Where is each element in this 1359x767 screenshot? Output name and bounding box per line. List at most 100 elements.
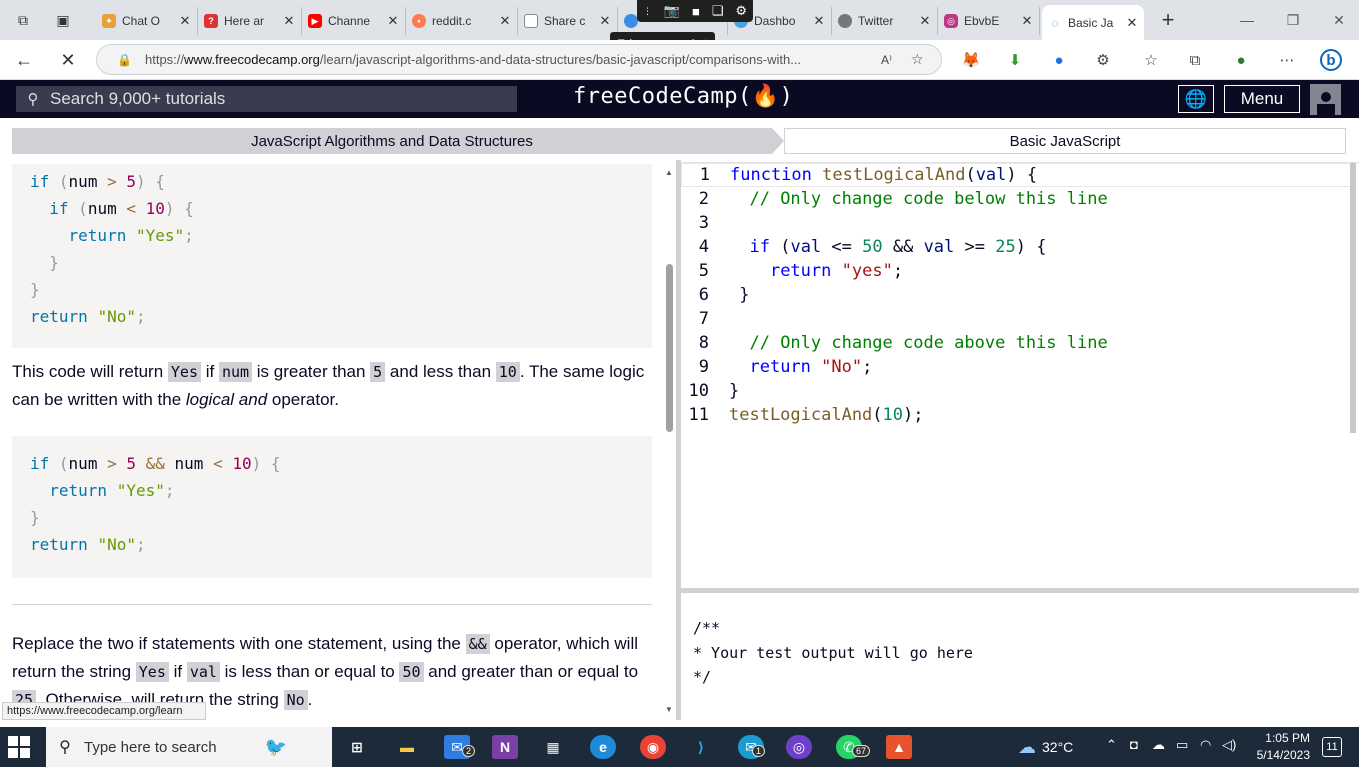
file-explorer-icon[interactable]: ▬ (394, 735, 420, 759)
weather-widget[interactable]: ☁ 32°C (1018, 735, 1090, 759)
address-bar-row: ← ✕ 🔒 https://www.freecodecamp.org/learn… (0, 40, 1359, 80)
extensions-icon[interactable]: ⚙ (1092, 49, 1114, 71)
output-line: * Your test output will go here (693, 644, 973, 662)
search-input[interactable]: ⚲ Search 9,000+ tutorials (16, 86, 517, 112)
show-hidden-icons-icon[interactable]: ⌃ (1106, 737, 1117, 753)
editor-line[interactable]: 7 (681, 307, 1351, 331)
download-arrow-icon[interactable]: ⬇ (1004, 49, 1026, 71)
close-icon[interactable]: ✕ (597, 13, 613, 29)
scroll-up-arrow-icon[interactable]: ▲ (665, 168, 673, 177)
minimize-button[interactable]: — (1232, 9, 1262, 31)
close-icon[interactable]: ✕ (1124, 15, 1140, 31)
close-icon[interactable]: ✕ (497, 13, 513, 29)
wifi-icon[interactable]: ◠ (1200, 737, 1211, 753)
video-icon[interactable]: ■ (692, 4, 700, 19)
editor-line[interactable]: 1 function testLogicalAnd(val) { (681, 163, 1351, 187)
restore-button[interactable]: ❐ (1278, 9, 1308, 31)
close-icon[interactable]: ✕ (385, 13, 401, 29)
close-window-button[interactable]: ✕ (1324, 9, 1354, 31)
stop-loading-icon[interactable]: ✕ (54, 46, 82, 74)
scrollbar-thumb[interactable] (666, 264, 673, 432)
workspaces-icon[interactable]: ⧉ (10, 8, 36, 32)
url-text[interactable]: https://www.freecodecamp.org/learn/javas… (145, 52, 881, 67)
tab-actions-icon[interactable]: ▣ (50, 8, 76, 32)
metamask-icon[interactable]: 🦊 (960, 49, 982, 71)
tab-label: EbvbE (964, 14, 1000, 28)
tab-label: Here ar (224, 14, 265, 28)
language-globe-icon[interactable]: 🌐 (1178, 85, 1214, 113)
screenshot-toolbar: ⋮ 📷 ■ ❏ ⚙ (637, 0, 753, 22)
browser-tab[interactable]: Twitter ✕ (832, 7, 938, 35)
example-code-block-2: if (num > 5 && num < 10) { return "Yes";… (12, 436, 652, 578)
editor-line[interactable]: 11 testLogicalAnd(10); (681, 403, 1351, 427)
collections-icon[interactable]: ⧉ (1184, 49, 1206, 71)
editor-line[interactable]: 3 (681, 211, 1351, 235)
output-line: /** (693, 619, 721, 637)
editor-line[interactable]: 10} (681, 379, 1351, 403)
meet-now-icon[interactable]: ◘ (1130, 737, 1138, 752)
new-tab-button[interactable]: + (1156, 8, 1180, 32)
scroll-down-arrow-icon[interactable]: ▼ (665, 705, 673, 714)
code-editor[interactable]: 1 function testLogicalAnd(val) { 2 // Onl… (681, 162, 1359, 588)
window-icon[interactable]: ❏ (712, 3, 724, 19)
onedrive-cloud-icon[interactable]: ☁ (1152, 737, 1165, 753)
instagram-icon: ◎ (944, 14, 958, 28)
browser-tab[interactable]: ◎ EbvbE ✕ (938, 7, 1040, 35)
brave-icon[interactable]: ▲ (886, 735, 912, 759)
editor-line[interactable]: 9 return "No"; (681, 355, 1351, 379)
url-bar[interactable]: 🔒 https://www.freecodecamp.org/learn/jav… (96, 44, 942, 75)
browser-tab-active[interactable]: ◌ Basic Ja ✕ (1042, 5, 1144, 40)
notification-center-icon[interactable]: 11 (1322, 737, 1342, 757)
vscode-icon[interactable]: ⟩ (688, 735, 714, 759)
more-options-icon[interactable]: ⋯ (1276, 49, 1298, 71)
editor-line[interactable]: 4 if (val <= 50 && val >= 25) { (681, 235, 1351, 259)
close-icon[interactable]: ✕ (917, 13, 933, 29)
taskbar-clock[interactable]: 1:05 PM 5/14/2023 (1240, 730, 1310, 764)
windows-start-icon[interactable] (8, 736, 30, 758)
editor-scrollbar[interactable] (1350, 163, 1356, 433)
task-view-icon[interactable]: ⊞ (344, 735, 370, 759)
edge-icon (624, 14, 638, 28)
camera-icon[interactable]: 📷 (664, 3, 680, 19)
lock-icon[interactable]: 🔒 (117, 53, 132, 67)
profile-avatar-icon[interactable]: ● (1230, 49, 1252, 71)
user-avatar[interactable] (1310, 84, 1341, 115)
bing-icon[interactable]: b (1320, 49, 1342, 71)
fcc-logo[interactable]: freeCodeCamp(🔥) (573, 84, 793, 114)
github-icon[interactable]: ◎ (786, 735, 812, 759)
back-arrow-icon[interactable]: ← (10, 46, 38, 74)
browser-tab[interactable]: ✦ Chat O ✕ (96, 7, 198, 35)
editor-line[interactable]: 8 // Only change code above this line (681, 331, 1351, 355)
chrome-icon[interactable]: ◉ (640, 735, 666, 759)
taskbar-search-input[interactable]: ⚲ Type here to search 🐦 (46, 727, 332, 767)
editor-line[interactable]: 5 return "yes"; (681, 259, 1351, 283)
editor-line[interactable]: 2 // Only change code below this line (681, 187, 1351, 211)
search-highlight-icon[interactable]: 🐦 (265, 737, 287, 758)
close-icon[interactable]: ✕ (1019, 13, 1035, 29)
browser-tab[interactable]: • reddit.c ✕ (406, 7, 518, 35)
instructions-scrollbar[interactable]: ▲ ▼ (664, 168, 676, 714)
edge-icon[interactable]: e (590, 735, 616, 759)
close-icon[interactable]: ✕ (811, 13, 827, 29)
add-favorite-icon[interactable]: ☆ (911, 51, 941, 68)
browser-tab[interactable]: Share c ✕ (518, 7, 618, 35)
output-line: */ (693, 668, 712, 686)
favorites-icon[interactable]: ☆ (1140, 49, 1162, 71)
breadcrumb-superblock[interactable]: JavaScript Algorithms and Data Structure… (12, 128, 772, 154)
menu-button[interactable]: Menu (1224, 85, 1300, 113)
volume-icon[interactable]: ◁) (1222, 737, 1236, 753)
chatgpt-icon: ✦ (102, 14, 116, 28)
editor-line[interactable]: 6 } (681, 283, 1351, 307)
read-aloud-icon[interactable]: A⁾ (881, 53, 911, 67)
browser-tab[interactable]: ▶ Channe ✕ (302, 7, 406, 35)
grip-icon[interactable]: ⋮ (643, 6, 652, 17)
video-ext-icon[interactable]: ● (1048, 49, 1070, 71)
close-icon[interactable]: ✕ (281, 13, 297, 29)
onenote-icon[interactable]: N (492, 735, 518, 759)
close-icon[interactable]: ✕ (177, 13, 193, 29)
browser-tab[interactable]: ? Here ar ✕ (198, 7, 302, 35)
microsoft-store-icon[interactable]: ▦ (540, 735, 566, 759)
breadcrumb-block[interactable]: Basic JavaScript (784, 128, 1346, 154)
battery-icon[interactable]: ▭ (1176, 737, 1188, 753)
settings-gear-icon[interactable]: ⚙ (735, 3, 747, 19)
